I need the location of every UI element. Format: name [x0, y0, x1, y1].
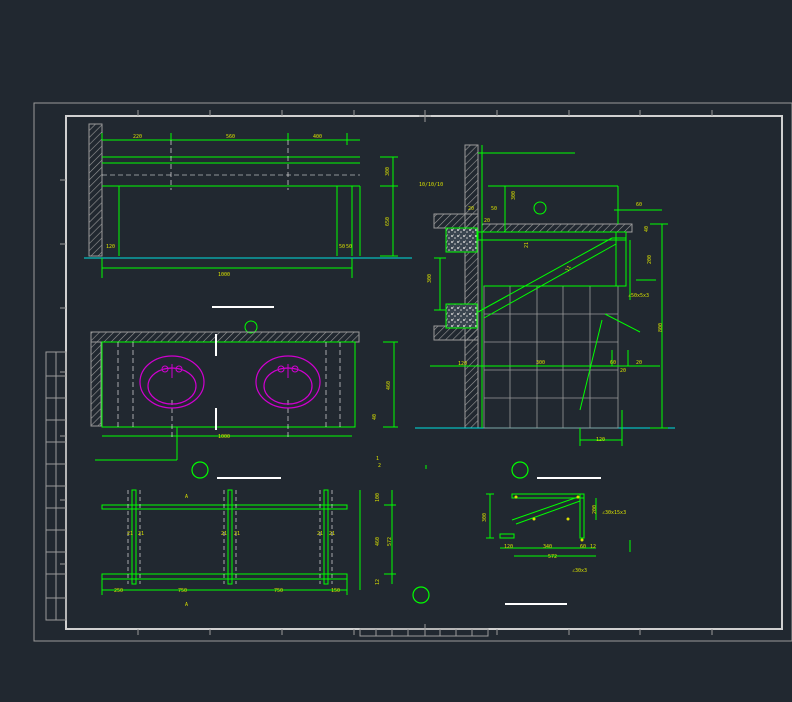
- dim-label: ∠30x3: [572, 568, 587, 574]
- dim-label: 300: [385, 167, 391, 176]
- dim-label: 340: [543, 544, 552, 550]
- dim-total: 1000: [218, 272, 230, 278]
- hatch-wall-icon: [90, 341, 102, 427]
- basin-plan: 460 40 1000: [90, 331, 398, 479]
- dim-label: 21: [524, 242, 530, 248]
- hatch-wall-icon: [90, 331, 360, 343]
- dim-label: 50: [339, 244, 345, 250]
- dim-total: 1000: [218, 434, 230, 440]
- misc-label: 2: [378, 463, 381, 469]
- dim-label: 20: [484, 218, 490, 224]
- dim-label: 40: [372, 414, 378, 420]
- hatch-wall-icon: [433, 213, 479, 229]
- dim-label: 200: [647, 255, 653, 264]
- dim-label: 650: [385, 217, 391, 226]
- drawing-frame: [33, 102, 792, 642]
- dim-label: 120: [106, 244, 115, 250]
- dim-label: 12: [590, 544, 596, 550]
- dim-label: 150: [331, 588, 340, 594]
- dim-label: 50: [491, 206, 497, 212]
- dim-label: 100: [375, 493, 381, 502]
- dim-label: 120: [596, 437, 605, 443]
- dim-label: 40: [644, 226, 650, 232]
- dim-label: 20: [468, 206, 474, 212]
- dim-label: 250: [114, 588, 123, 594]
- dim-label: 11: [565, 265, 573, 273]
- dim-label: 20: [636, 360, 642, 366]
- dim-label: 572: [387, 537, 393, 546]
- faucet-icon: [161, 364, 299, 378]
- section-marker-icon: [412, 586, 430, 604]
- dim-label: 120: [458, 361, 467, 367]
- dim-label: 21: [127, 531, 133, 537]
- dim-label: 300: [536, 360, 545, 366]
- dim-label: 560: [226, 134, 235, 140]
- dim-label: 460: [386, 381, 392, 390]
- dim-label: 21: [221, 531, 227, 537]
- dim-label: 21: [234, 531, 240, 537]
- dim-label: 300: [511, 191, 517, 200]
- dim-label: 300: [482, 513, 488, 522]
- dim-label: 20: [620, 368, 626, 374]
- dim-total: 572: [548, 554, 557, 560]
- dim-label: 400: [313, 134, 322, 140]
- dim-label: 750: [178, 588, 187, 594]
- dim-label: 800: [658, 323, 664, 332]
- cad-drawing-canvas[interactable]: 220 560 400 300 650 120 50 50 1000 460 4…: [0, 0, 792, 702]
- section-label: A: [185, 494, 188, 500]
- section-marker-icon: [511, 461, 529, 479]
- dim-label: 10/10/10: [419, 182, 443, 188]
- section-marker-icon: [244, 320, 258, 334]
- dim-label: 21: [329, 531, 335, 537]
- misc-label: 1: [376, 456, 379, 462]
- dim-label: 50: [346, 244, 352, 250]
- dim-label: 300: [427, 274, 433, 283]
- dim-label: 21: [317, 531, 323, 537]
- section-label: A: [185, 602, 188, 608]
- dim-label: 60: [580, 544, 586, 550]
- dim-label: 200: [592, 505, 598, 514]
- dim-label: ∠30x15x3: [602, 510, 626, 516]
- dim-label: 460: [375, 537, 381, 546]
- dim-label: 12: [375, 579, 381, 585]
- dim-label: 60: [610, 360, 616, 366]
- dim-label: 120: [504, 544, 513, 550]
- dim-label: 220: [133, 134, 142, 140]
- hatch-wall-icon: [88, 123, 103, 257]
- dim-label: 21: [138, 531, 144, 537]
- dim-label: 60: [636, 202, 642, 208]
- vanity-elevation: 220 560 400 300 650 120 50 50 1000: [84, 123, 412, 334]
- cad-viewport[interactable]: 220 560 400 300 650 120 50 50 1000 460 4…: [0, 0, 792, 702]
- hatch-wall-icon: [464, 144, 479, 429]
- dim-label: 750: [274, 588, 283, 594]
- vanity-section: 10/10/10 120 300 20 300 20 50 40 200 800…: [415, 144, 675, 479]
- section-marker-icon: [191, 461, 209, 479]
- section-marker-icon: [533, 201, 547, 215]
- dim-label: ∠50x5x3: [628, 293, 649, 299]
- bracket-detail: 300 200 ∠30x15x3 120 340 60 12 572 ∠30x3: [482, 493, 631, 605]
